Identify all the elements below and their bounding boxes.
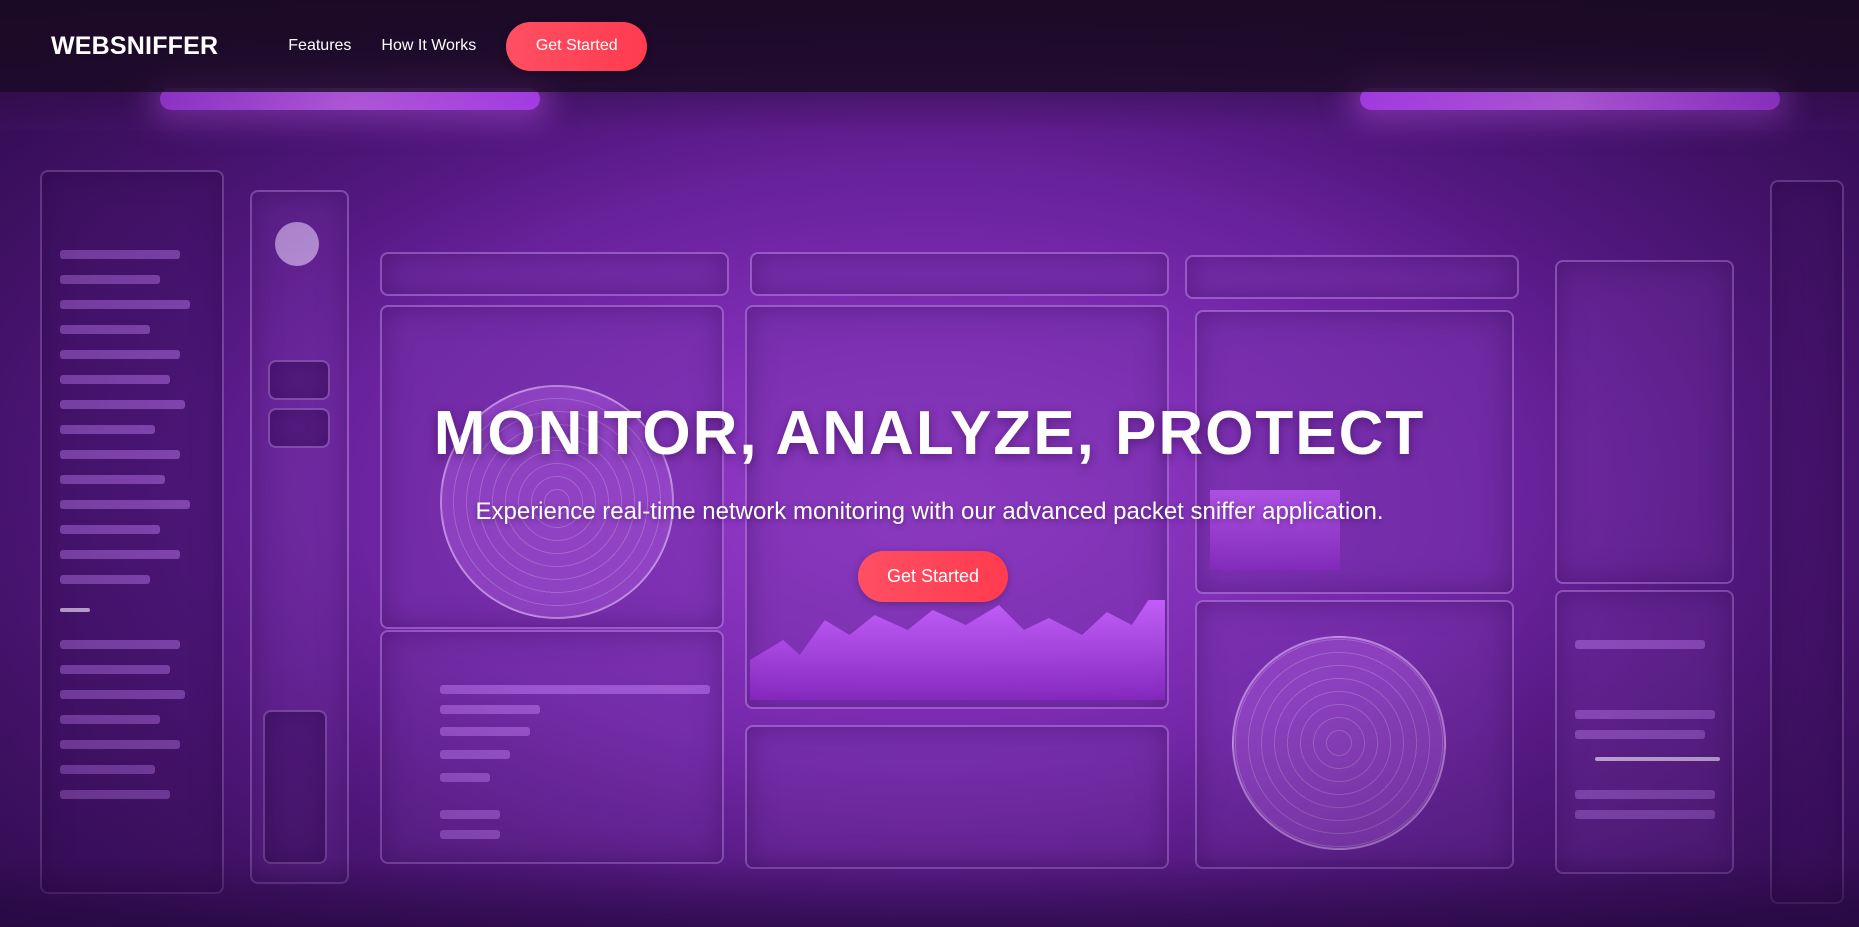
nav-get-started-button[interactable]: Get Started (506, 21, 648, 71)
page: WEBSNIFFER Features How It Works Get Sta… (0, 0, 1859, 927)
nav-link-how-it-works[interactable]: How It Works (381, 37, 476, 55)
hero-section: MONITOR, ANALYZE, PROTECT Experience rea… (0, 0, 1859, 927)
brand-logo[interactable]: WEBSNIFFER (51, 32, 218, 61)
hero-subtitle: Experience real-time network monitoring … (475, 498, 1384, 525)
navbar: WEBSNIFFER Features How It Works Get Sta… (0, 0, 1859, 92)
hero-get-started-button[interactable]: Get Started (858, 551, 1008, 602)
nav-link-features[interactable]: Features (288, 37, 351, 55)
hero-title: MONITOR, ANALYZE, PROTECT (433, 399, 1426, 468)
